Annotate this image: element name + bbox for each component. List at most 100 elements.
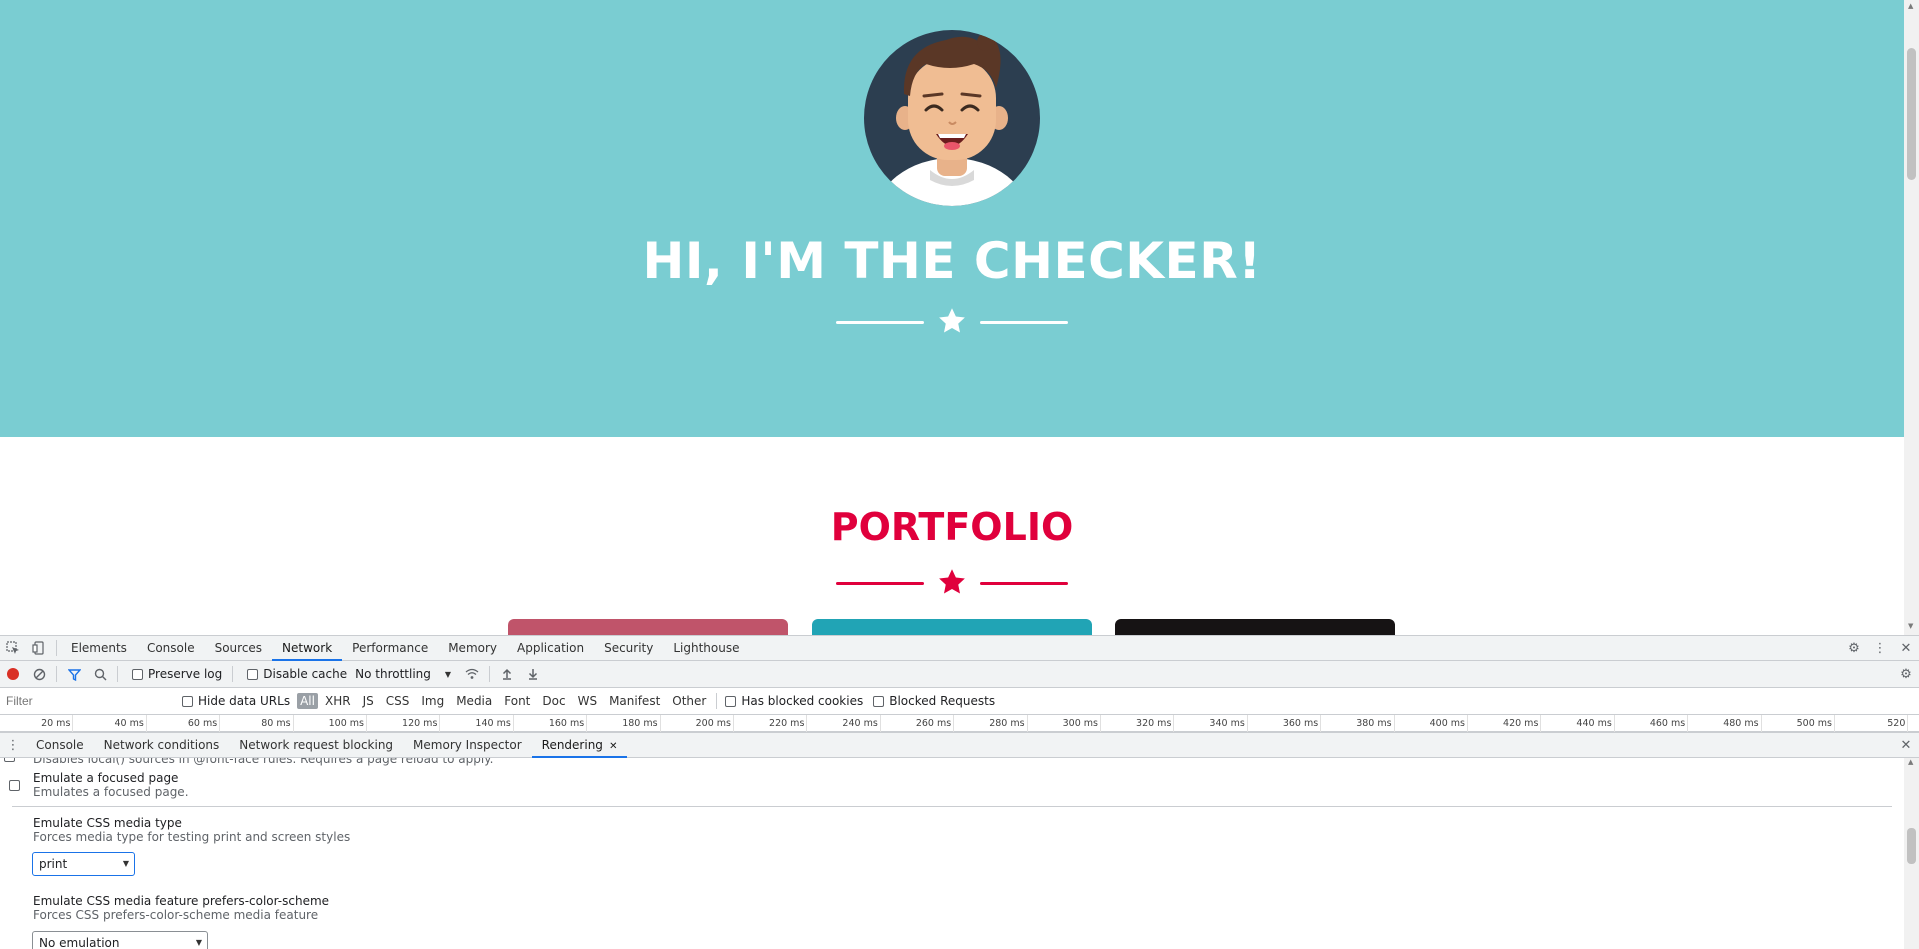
drawer-tabs: Console Network conditions Network request… bbox=[26, 733, 628, 758]
drawer-tab-label: Console bbox=[36, 737, 84, 752]
timeline-tick: 220 ms bbox=[734, 715, 808, 732]
timeline-tick: 320 ms bbox=[1101, 715, 1175, 732]
drawer-tab-console[interactable]: Console bbox=[26, 733, 94, 758]
star-icon bbox=[939, 308, 965, 333]
filter-type-media[interactable]: Media bbox=[451, 693, 497, 709]
scrollbar-thumb[interactable] bbox=[1907, 828, 1916, 864]
filter-type-xhr[interactable]: XHR bbox=[320, 693, 356, 709]
prefers-color-scheme-title: Emulate CSS media feature prefers-color-… bbox=[33, 894, 330, 908]
drawer-tab-network-conditions[interactable]: Network conditions bbox=[94, 733, 230, 758]
star-icon bbox=[939, 569, 965, 594]
tab-security[interactable]: Security bbox=[594, 636, 663, 661]
drawer-tab-bar: ⋮ Console Network conditions Network reque… bbox=[0, 732, 1919, 758]
separator bbox=[232, 666, 234, 682]
timeline-tick: 400 ms bbox=[1395, 715, 1468, 732]
network-toolbar: Preserve log Disable cache No throttling… bbox=[0, 661, 1919, 688]
more-options-icon[interactable]: ⋮ bbox=[1867, 635, 1893, 661]
filter-type-js[interactable]: JS bbox=[358, 693, 379, 709]
blocked-requests-label: Blocked Requests bbox=[889, 694, 996, 708]
timeline-tick: 280 ms bbox=[954, 715, 1028, 732]
network-conditions-icon[interactable] bbox=[459, 661, 485, 687]
font-face-local-checkbox[interactable] bbox=[4, 758, 15, 762]
devtools-panel: Elements Console Sources Network Performance… bbox=[0, 635, 1919, 949]
timeline-tick: 20 ms bbox=[0, 715, 74, 732]
inspect-element-icon[interactable] bbox=[0, 635, 26, 661]
divider-line bbox=[836, 321, 924, 324]
hero-divider bbox=[834, 304, 1070, 340]
preserve-log-checkbox[interactable] bbox=[132, 668, 143, 680]
resource-type-filters: All XHR JS CSS Img Media Font Doc WS Manifest Othe… bbox=[296, 693, 712, 709]
preserve-log-label: Preserve log bbox=[148, 667, 223, 681]
drawer-menu-icon[interactable]: ⋮ bbox=[0, 732, 26, 758]
export-har-icon[interactable] bbox=[520, 661, 546, 687]
filter-bar: Hide data URLs AllXHRJSCSSImgMediaFontDo… bbox=[0, 688, 1919, 715]
tab-sources[interactable]: Sources bbox=[205, 636, 272, 661]
avatar bbox=[864, 30, 1040, 206]
filter-type-font[interactable]: Font bbox=[499, 693, 535, 709]
filter-type-img[interactable]: Img bbox=[416, 693, 449, 709]
import-har-icon[interactable] bbox=[494, 661, 520, 687]
filter-type-other[interactable]: Other bbox=[667, 693, 711, 709]
tab-console[interactable]: Console bbox=[137, 636, 205, 661]
hide-data-urls-checkbox[interactable] bbox=[182, 695, 193, 707]
drawer-scrollbar[interactable]: ▲ bbox=[1904, 758, 1919, 949]
tab-network[interactable]: Network bbox=[272, 636, 343, 661]
separator bbox=[117, 666, 118, 682]
network-timeline-overview[interactable]: 20 ms 40 ms 60 ms 80 ms 100 ms 120 ms 140 ms 16… bbox=[0, 715, 1919, 732]
settings-gear-icon[interactable]: ⚙ bbox=[1841, 635, 1867, 661]
separator bbox=[489, 666, 491, 682]
has-blocked-cookies-label: Has blocked cookies bbox=[741, 694, 864, 708]
timeline-tick: 60 ms bbox=[147, 715, 221, 732]
scrollbar-thumb[interactable] bbox=[1907, 48, 1916, 180]
filter-type-css[interactable]: CSS bbox=[381, 693, 415, 709]
prefers-color-scheme-select[interactable]: No emulation ▼ bbox=[32, 931, 208, 949]
throttling-select[interactable]: No throttling ▼ bbox=[355, 667, 451, 681]
section-divider bbox=[12, 806, 1892, 807]
close-devtools-icon[interactable]: ✕ bbox=[1893, 635, 1919, 661]
filter-input[interactable] bbox=[4, 692, 164, 710]
scroll-up-icon[interactable]: ▲ bbox=[1908, 2, 1913, 10]
search-icon[interactable] bbox=[87, 661, 113, 687]
tab-elements[interactable]: Elements bbox=[61, 636, 137, 661]
timeline-tick: 480 ms bbox=[1688, 715, 1762, 732]
record-icon[interactable] bbox=[0, 661, 26, 687]
timeline-tick: 300 ms bbox=[1028, 715, 1101, 732]
drawer-tab-memory-inspector[interactable]: Memory Inspector bbox=[403, 733, 532, 758]
portfolio-card[interactable] bbox=[812, 619, 1092, 635]
css-media-type-select[interactable]: print ▼ bbox=[32, 852, 135, 876]
drawer-tab-rendering[interactable]: Rendering ✕ bbox=[531, 733, 628, 758]
filter-icon[interactable] bbox=[61, 661, 87, 687]
timeline-tick: 140 ms bbox=[440, 715, 514, 732]
filter-type-manifest[interactable]: Manifest bbox=[604, 693, 665, 709]
tab-lighthouse[interactable]: Lighthouse bbox=[663, 636, 749, 661]
portfolio-card[interactable] bbox=[1115, 619, 1395, 635]
clear-icon[interactable] bbox=[26, 661, 52, 687]
network-settings-gear-icon[interactable]: ⚙ bbox=[1893, 661, 1919, 687]
scroll-down-icon[interactable]: ▼ bbox=[1908, 622, 1913, 630]
disable-cache-checkbox[interactable] bbox=[247, 668, 259, 680]
page-scrollbar[interactable]: ▲ ▼ bbox=[1904, 0, 1919, 635]
divider-line bbox=[836, 582, 924, 585]
main-tabs: Elements Console Sources Network Performance… bbox=[61, 636, 750, 661]
page-viewport: HI, I'M THE CHECKER! PORTFOLIO ▲ ▼ bbox=[0, 0, 1919, 635]
filter-type-ws[interactable]: WS bbox=[573, 693, 602, 709]
emulate-focused-page-checkbox[interactable] bbox=[9, 780, 20, 791]
portfolio-card[interactable] bbox=[508, 619, 788, 635]
portfolio-title: PORTFOLIO bbox=[830, 505, 1074, 549]
tab-performance[interactable]: Performance bbox=[342, 636, 438, 661]
blocked-requests-checkbox[interactable] bbox=[873, 695, 885, 707]
has-blocked-cookies-checkbox[interactable] bbox=[725, 695, 737, 707]
drawer-tab-network-request-blocking[interactable]: Network request blocking bbox=[229, 733, 403, 758]
divider-line bbox=[980, 582, 1068, 585]
device-toolbar-icon[interactable] bbox=[26, 635, 52, 661]
disable-cache-label: Disable cache bbox=[263, 667, 348, 681]
filter-type-all[interactable]: All bbox=[297, 693, 318, 709]
tab-application[interactable]: Application bbox=[507, 636, 594, 661]
filter-type-doc[interactable]: Doc bbox=[537, 693, 570, 709]
css-media-type-description: Forces media type for testing print and … bbox=[33, 830, 351, 844]
tab-memory[interactable]: Memory bbox=[438, 636, 507, 661]
close-drawer-icon[interactable]: ✕ bbox=[1893, 732, 1919, 758]
timeline-tick: 160 ms bbox=[514, 715, 588, 732]
close-tab-icon[interactable]: ✕ bbox=[606, 741, 617, 752]
scroll-up-icon[interactable]: ▲ bbox=[1908, 758, 1913, 766]
